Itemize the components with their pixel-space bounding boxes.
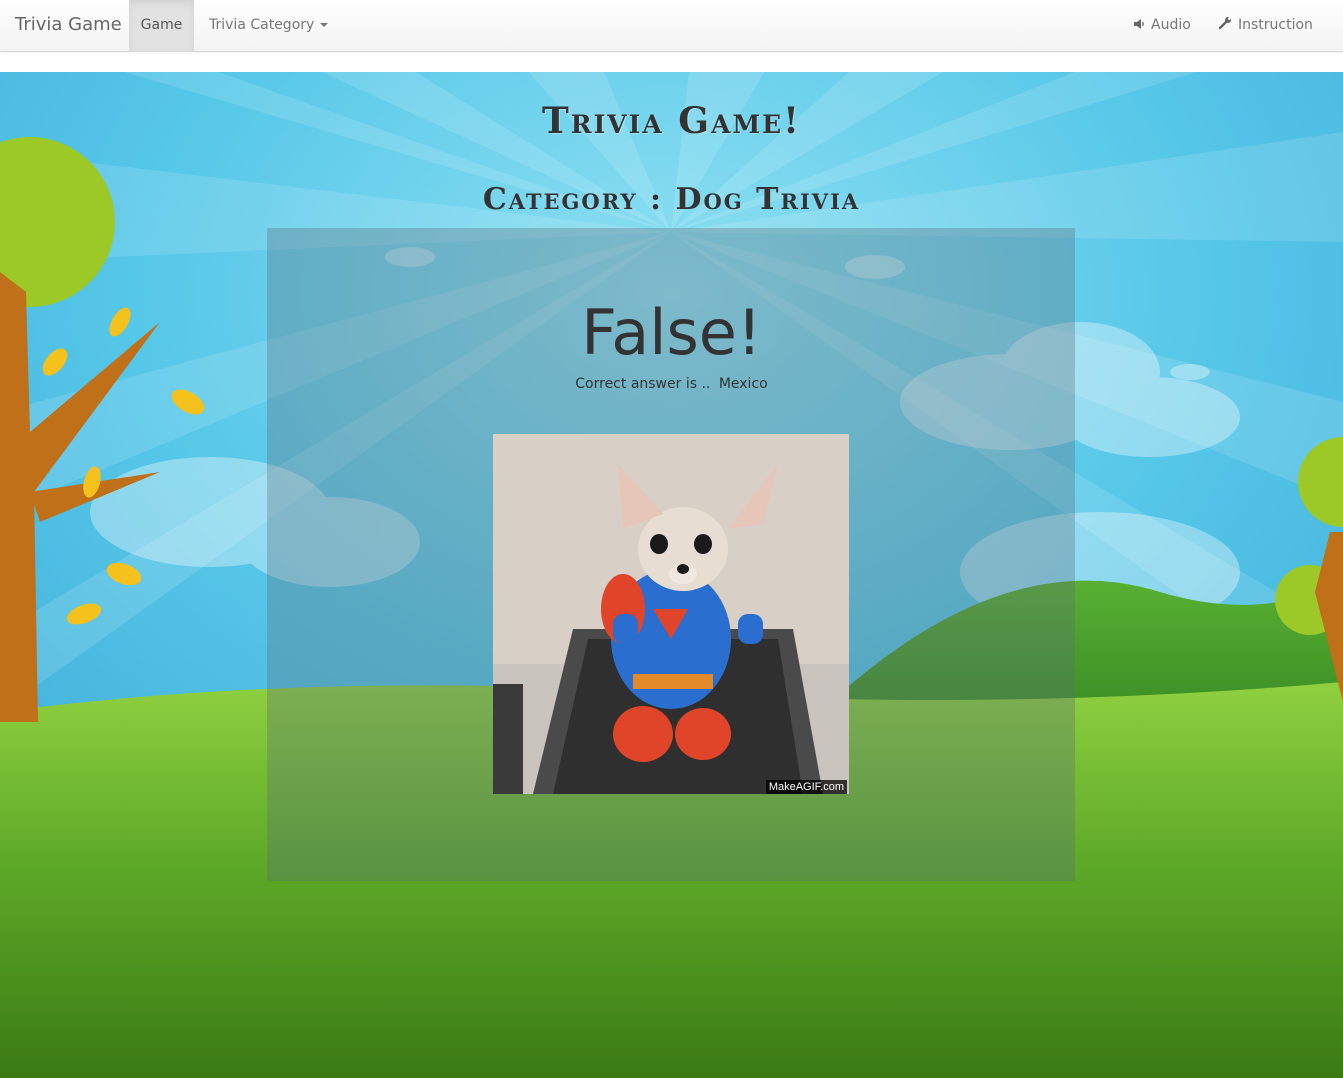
nav-audio-label: Audio (1151, 17, 1191, 33)
answer-prefix: Correct answer is .. (575, 376, 711, 392)
category-value: Dog Trivia (675, 182, 861, 217)
correct-answer-line: Correct answer is .. Mexico (0, 376, 1343, 392)
result-text: False! (581, 296, 762, 369)
nav-trivia-category-dropdown[interactable]: Trivia Category (209, 0, 329, 51)
gif-watermark: MakeAGIF.com (765, 780, 847, 794)
category-label: Category (482, 182, 638, 217)
chihuahua-superman-illustration (493, 434, 849, 794)
nav-game-tab[interactable]: Game (129, 0, 194, 51)
volume-icon (1134, 0, 1145, 51)
nav-instruction-button[interactable]: Instruction (1218, 0, 1313, 51)
nav-trivia-category-label: Trivia Category (209, 17, 315, 33)
answer-value: Mexico (718, 376, 768, 392)
top-navbar: Trivia Game Game Trivia Category Audio I… (0, 0, 1343, 52)
nav-instruction-label: Instruction (1238, 17, 1313, 33)
result-gif-image: MakeAGIF.com (493, 434, 849, 794)
category-separator: : (649, 182, 664, 217)
caret-down-icon (320, 23, 329, 27)
category-heading: Category : Dog Trivia (0, 182, 1343, 217)
wrench-icon (1218, 0, 1232, 51)
nav-audio-button[interactable]: Audio (1134, 0, 1191, 51)
game-title: Trivia Game! (542, 100, 801, 142)
nav-game-label: Game (140, 17, 183, 33)
brand-link[interactable]: Trivia Game (15, 14, 122, 35)
